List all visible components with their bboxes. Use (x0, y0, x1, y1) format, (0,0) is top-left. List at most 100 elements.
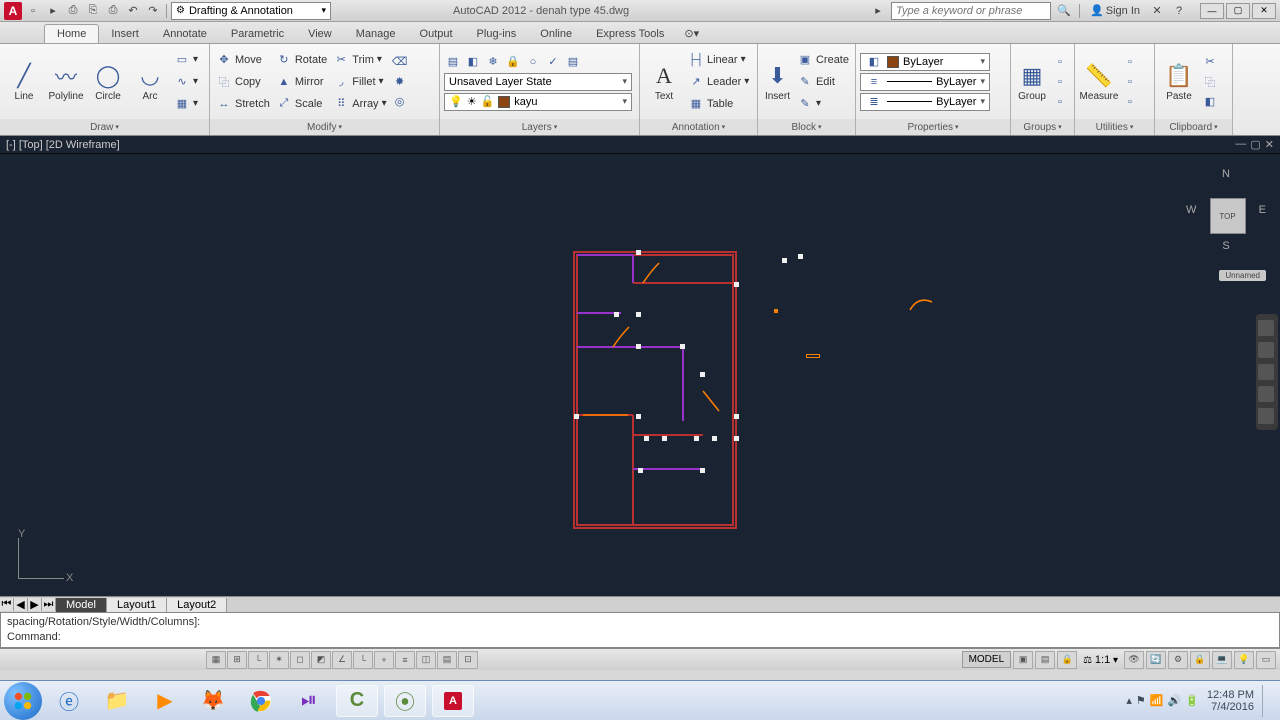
circle-button[interactable]: ◯Circle (88, 51, 128, 113)
layout-tab-model[interactable]: Model (56, 598, 107, 612)
ws-switch-icon[interactable]: ⚙ (1168, 651, 1188, 669)
copy-clip-button[interactable]: ⿻ (1201, 73, 1219, 91)
tray-volume-icon[interactable]: 🔊 (1168, 694, 1182, 707)
color-dropdown[interactable]: ◧ByLayer (860, 53, 990, 71)
cut-button[interactable]: ✂ (1201, 53, 1219, 71)
tab-online[interactable]: Online (528, 25, 584, 43)
quickview-dwgs-icon[interactable]: ▤ (1035, 651, 1055, 669)
tray-flag-icon[interactable]: ⚑ (1136, 694, 1146, 707)
tab-insert[interactable]: Insert (99, 25, 151, 43)
anno-scale[interactable]: ⚖ 1:1 ▾ (1079, 654, 1122, 666)
layer-freeze-button[interactable]: ❄ (484, 53, 502, 71)
spline-button[interactable]: ∿▾ (172, 72, 200, 92)
tray-up-icon[interactable]: ▴ (1126, 694, 1132, 707)
hatch-button[interactable]: ▦▾ (172, 94, 200, 114)
select-button[interactable]: ▫ (1121, 53, 1139, 71)
erase-button[interactable]: ⌫ (391, 53, 409, 71)
task-autocad-icon[interactable]: A (432, 685, 474, 717)
tab-more-icon[interactable]: ⊙▾ (676, 24, 707, 43)
linear-button[interactable]: ├┤Linear ▾ (686, 50, 751, 70)
minimize-button[interactable]: — (1200, 3, 1224, 19)
task-explorer-icon[interactable]: 📁 (96, 685, 138, 717)
print-icon[interactable]: ⎙ (104, 2, 122, 20)
ungroup-button[interactable]: ▫ (1051, 53, 1069, 71)
fullnav-icon[interactable] (1258, 320, 1274, 336)
trim-button[interactable]: ✂Trim ▾ (331, 50, 388, 70)
lwt-toggle[interactable]: ≡ (395, 651, 415, 669)
offset-button[interactable]: ◎ (391, 93, 409, 111)
match-button[interactable]: ◧ (1201, 93, 1219, 111)
leader-button[interactable]: ↗Leader ▾ (686, 72, 751, 92)
close-button[interactable]: ✕ (1252, 3, 1276, 19)
start-button[interactable] (4, 682, 42, 720)
qp-toggle[interactable]: ▤ (437, 651, 457, 669)
layer-off-button[interactable]: ○ (524, 53, 542, 71)
dwg-close-icon[interactable]: ✕ (1265, 138, 1274, 151)
rotate-button[interactable]: ↻Rotate (274, 50, 329, 70)
polyline-button[interactable]: 〰Polyline (46, 51, 86, 113)
layout-first-icon[interactable]: ⏮ (0, 598, 14, 611)
otrack-toggle[interactable]: ∠ (332, 651, 352, 669)
grid-toggle[interactable]: ⊞ (227, 651, 247, 669)
tab-parametric[interactable]: Parametric (219, 25, 296, 43)
command-line[interactable]: spacing/Rotation/Style/Width/Columns]: C… (0, 612, 1280, 648)
save-icon[interactable]: ⎙ (64, 2, 82, 20)
infocenter-search[interactable] (891, 2, 1051, 20)
tray-network-icon[interactable]: 📶 (1150, 694, 1164, 707)
panel-draw-title[interactable]: Draw (0, 119, 209, 135)
tab-home[interactable]: Home (44, 24, 99, 43)
task-camtasia-icon[interactable]: C (336, 685, 378, 717)
panel-clipboard-title[interactable]: Clipboard (1155, 119, 1232, 135)
copy-button[interactable]: ⿻Copy (214, 72, 272, 92)
task-wmp-icon[interactable]: ▶ (144, 685, 186, 717)
zoom-icon[interactable] (1258, 364, 1274, 380)
mirror-button[interactable]: ▲Mirror (274, 72, 329, 92)
task-firefox-icon[interactable]: 🦊 (192, 685, 234, 717)
groupedit-button[interactable]: ▫ (1051, 73, 1069, 91)
search-go-icon[interactable]: 🔍 (1055, 2, 1073, 20)
tray-battery-icon[interactable]: 🔋 (1185, 694, 1199, 707)
tab-express[interactable]: Express Tools (584, 25, 676, 43)
clean-screen-icon[interactable]: ▭ (1256, 651, 1276, 669)
layout-tab-1[interactable]: Layout1 (107, 598, 167, 612)
hardware-icon[interactable]: 💻 (1212, 651, 1232, 669)
tab-manage[interactable]: Manage (344, 25, 408, 43)
tab-plugins[interactable]: Plug-ins (465, 25, 529, 43)
task-media-icon[interactable]: ⏯ (288, 685, 330, 717)
annoscale-icon[interactable]: 🔒 (1057, 651, 1077, 669)
saveas-icon[interactable]: ⎘ (84, 2, 102, 20)
sc-toggle[interactable]: ⊡ (458, 651, 478, 669)
task-ie-icon[interactable]: ⓔ (48, 685, 90, 717)
layout-last-icon[interactable]: ⏭ (42, 598, 56, 611)
layout-tab-2[interactable]: Layout2 (167, 598, 227, 612)
layer-state-dropdown[interactable]: Unsaved Layer State (444, 73, 632, 91)
open-icon[interactable]: ▸ (44, 2, 62, 20)
tab-view[interactable]: View (296, 25, 344, 43)
tab-annotate[interactable]: Annotate (151, 25, 219, 43)
group-button[interactable]: ▦Group (1015, 51, 1049, 113)
scale-button[interactable]: ⤢Scale (274, 94, 329, 114)
tray-clock[interactable]: 12:48 PM 7/4/2016 (1207, 689, 1254, 713)
help-icon[interactable]: ? (1170, 2, 1188, 20)
dwg-max-icon[interactable]: ▢ (1250, 138, 1260, 151)
edit-attr-button[interactable]: ✎▾ (795, 94, 851, 114)
ortho-toggle[interactable]: └ (248, 651, 268, 669)
panel-block-title[interactable]: Block (758, 119, 855, 135)
tab-output[interactable]: Output (408, 25, 465, 43)
measure-button[interactable]: 📏Measure (1079, 51, 1119, 113)
paste-button[interactable]: 📋Paste (1159, 51, 1199, 113)
annovis-icon[interactable]: 👁 (1124, 651, 1144, 669)
exchange-icon[interactable]: ✕ (1148, 2, 1166, 20)
groupbbox-button[interactable]: ▫ (1051, 93, 1069, 111)
move-button[interactable]: ✥Move (214, 50, 272, 70)
model-canvas[interactable]: Y X N W TOP E S Unnamed (0, 154, 1280, 596)
showmotion-icon[interactable] (1258, 408, 1274, 424)
array-button[interactable]: ⠿Array ▾ (331, 94, 388, 114)
panel-groups-title[interactable]: Groups (1011, 119, 1074, 135)
space-indicator[interactable]: MODEL (962, 651, 1012, 668)
layer-current-dropdown[interactable]: 💡☀🔓 kayu (444, 93, 632, 111)
stretch-button[interactable]: ↔Stretch (214, 94, 272, 114)
text-button[interactable]: AText (644, 51, 684, 113)
lineweight-dropdown[interactable]: ≡ByLayer (860, 73, 990, 91)
dwg-min-icon[interactable]: — (1235, 138, 1246, 151)
